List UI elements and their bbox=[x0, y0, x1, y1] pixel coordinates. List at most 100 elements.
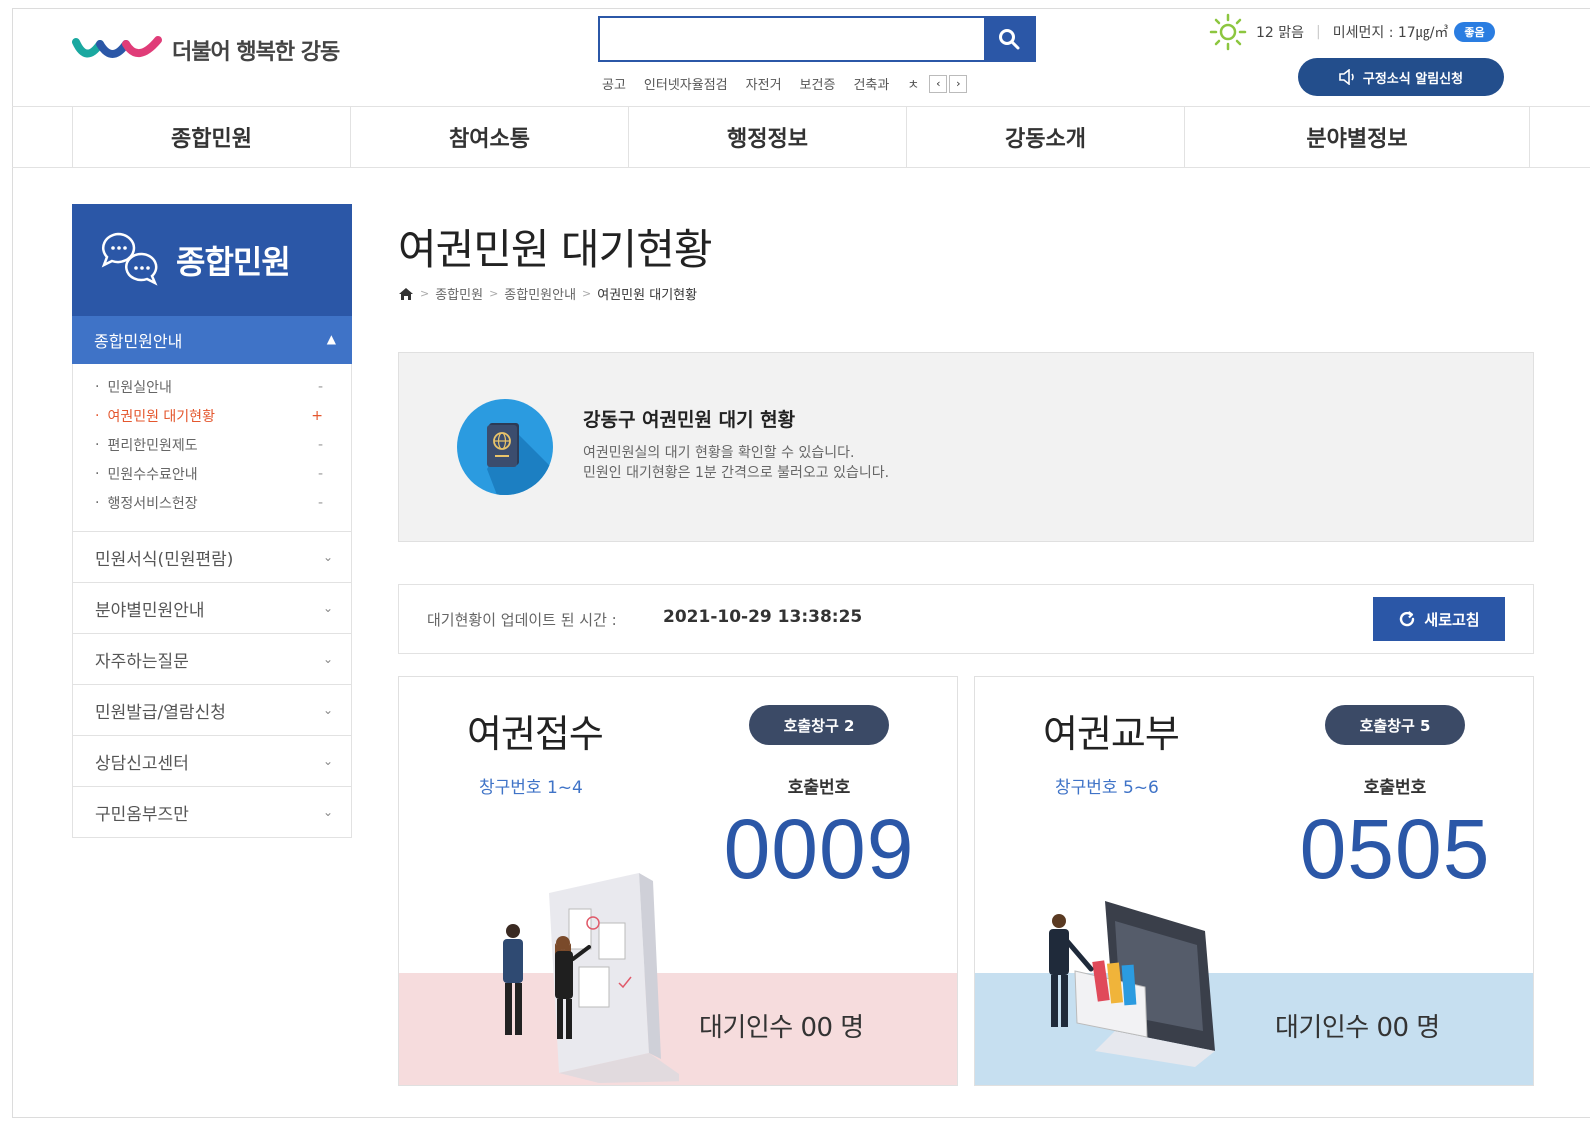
update-bar: 대기현황이 업데이트 된 시간 : 2021-10-29 13:38:25 새로… bbox=[398, 584, 1534, 654]
submenu-label: 민원수수료안내 bbox=[107, 466, 198, 483]
chevron-down-icon: ⌄ bbox=[322, 754, 333, 768]
passport-icon bbox=[457, 399, 553, 495]
sidebar-item-label: 자주하는질문 bbox=[95, 651, 189, 672]
update-time: 2021-10-29 13:38:25 bbox=[663, 607, 863, 627]
keyword-link[interactable]: 공고 bbox=[602, 74, 626, 93]
sidebar-item-ombudsman[interactable]: 구민옴부즈만 ⌄ bbox=[72, 787, 352, 838]
call-number: 0505 bbox=[1299, 802, 1491, 896]
submenu-label: 민원실안내 bbox=[107, 379, 172, 396]
keyword-next-button[interactable]: › bbox=[949, 74, 968, 93]
chevron-down-icon: ⌄ bbox=[322, 703, 333, 717]
info-title: 강동구 여권민원 대기 현황 bbox=[583, 409, 796, 431]
gnb-item-admin-info[interactable]: 행정정보 bbox=[628, 107, 906, 167]
passport-reception-card: 여권접수 창구번호 1~4 호출창구 2 호출번호 0009 대기인수 00 명 bbox=[398, 676, 958, 1086]
call-window-badge: 호출창구 5 bbox=[1325, 705, 1465, 745]
info-box: 강동구 여권민원 대기 현황 여권민원실의 대기 현황을 확인할 수 있습니다.… bbox=[398, 352, 1534, 542]
submenu-item-office-guide[interactable]: · 민원실안내 - bbox=[73, 372, 351, 401]
submenu-label: 여권민원 대기현황 bbox=[107, 408, 215, 425]
call-window-badge: 호출창구 2 bbox=[749, 705, 889, 745]
keyword-link[interactable]: ㅊ bbox=[907, 74, 919, 93]
gnb-item-about[interactable]: 강동소개 bbox=[906, 107, 1184, 167]
people-board-illustration bbox=[503, 873, 679, 1083]
call-number: 0009 bbox=[723, 802, 915, 896]
info-description: 여권민원실의 대기 현황을 확인할 수 있습니다. 민원인 대기현황은 1분 간… bbox=[583, 443, 889, 483]
chevron-down-icon: ⌄ bbox=[322, 652, 333, 666]
search-input[interactable] bbox=[600, 18, 980, 60]
sidebar-header: 종합민원 bbox=[72, 204, 352, 316]
refresh-button[interactable]: 새로고침 bbox=[1373, 597, 1505, 641]
keyword-nav: ‹ › bbox=[929, 74, 968, 93]
collapse-mark: - bbox=[317, 436, 323, 453]
popular-keywords: 공고 인터넷자율점검 자전거 보건증 건축과 ㅊ ‹ › bbox=[602, 74, 968, 93]
chevron-up-icon: ▲ bbox=[326, 332, 336, 346]
main-navigation: 종합민원 참여소통 행정정보 강동소개 분야별정보 bbox=[12, 106, 1590, 168]
card-title: 여권접수 bbox=[467, 712, 604, 756]
submenu-item-service-charter[interactable]: · 행정서비스헌장 - bbox=[73, 488, 351, 517]
breadcrumb-separator-icon: > bbox=[489, 287, 499, 300]
breadcrumb-item[interactable]: 종합민원 bbox=[435, 284, 483, 303]
card-window-range: 창구번호 1~4 bbox=[479, 778, 583, 798]
sidebar-item-label: 종합민원안내 bbox=[94, 332, 183, 351]
keyword-link[interactable]: 자전거 bbox=[746, 74, 782, 93]
info-line: 민원인 대기현황은 1분 간격으로 불러오고 있습니다. bbox=[583, 465, 890, 481]
breadcrumb-current: 여권민원 대기현황 bbox=[597, 288, 698, 303]
passport-issue-card: 여권교부 창구번호 5~6 호출창구 5 호출번호 0505 대기인수 00 명 bbox=[974, 676, 1534, 1086]
sidebar-item-civil-guide[interactable]: 종합민원안내 ▲ bbox=[72, 316, 352, 364]
refresh-icon bbox=[1400, 611, 1415, 627]
sidebar-item-issue-request[interactable]: 민원발급/열람신청 ⌄ bbox=[72, 685, 352, 736]
info-line: 여권민원실의 대기 현황을 확인할 수 있습니다. bbox=[583, 445, 855, 461]
speaker-icon bbox=[1339, 69, 1354, 85]
call-number-label: 호출번호 bbox=[1363, 778, 1427, 798]
bullet-icon: · bbox=[95, 465, 100, 482]
submenu-item-passport-waiting[interactable]: · 여권민원 대기현황 + bbox=[73, 401, 351, 430]
keyword-link[interactable]: 보건증 bbox=[800, 74, 836, 93]
gnb-item-participation[interactable]: 참여소통 bbox=[350, 107, 628, 167]
search-box bbox=[598, 16, 1036, 62]
home-icon[interactable] bbox=[398, 287, 414, 301]
bullet-icon: · bbox=[95, 378, 100, 395]
sidebar-menu-list: 민원서식(민원편람) ⌄ 분야별민원안내 ⌄ 자주하는질문 ⌄ 민원발급/열람신… bbox=[72, 532, 352, 838]
sidebar-item-label: 구민옴부즈만 bbox=[95, 804, 189, 825]
search-button[interactable] bbox=[984, 18, 1034, 60]
site-logo[interactable]: 더불어 행복한 강동 bbox=[72, 32, 340, 68]
sun-icon bbox=[1209, 13, 1247, 51]
waiting-count: 대기인수 00 명 bbox=[699, 1013, 864, 1043]
bullet-icon: · bbox=[95, 436, 100, 453]
expand-mark: + bbox=[311, 407, 323, 424]
keyword-link[interactable]: 건축과 bbox=[853, 74, 889, 93]
search-icon bbox=[999, 29, 1020, 50]
submenu-label: 행정서비스헌장 bbox=[107, 495, 198, 512]
sidebar-item-report-center[interactable]: 상담신고센터 ⌄ bbox=[72, 736, 352, 787]
sidebar-item-label: 분야별민원안내 bbox=[95, 600, 205, 621]
sidebar-item-field-guide[interactable]: 분야별민원안내 ⌄ bbox=[72, 583, 352, 634]
chevron-down-icon: ⌄ bbox=[322, 601, 333, 615]
breadcrumb-item[interactable]: 종합민원안내 bbox=[504, 284, 576, 303]
breadcrumb-separator-icon: > bbox=[420, 287, 430, 300]
gnb-item-civil[interactable]: 종합민원 bbox=[72, 107, 350, 167]
gnb-item-field-info[interactable]: 분야별정보 bbox=[1184, 107, 1530, 167]
keyword-link[interactable]: 인터넷자율점검 bbox=[644, 74, 728, 93]
logo-text: 더불어 행복한 강동 bbox=[172, 40, 340, 65]
bullet-icon: · bbox=[95, 407, 100, 424]
refresh-label: 새로고침 bbox=[1424, 610, 1480, 629]
sidebar-item-label: 상담신고센터 bbox=[95, 753, 189, 774]
sidebar-item-forms[interactable]: 민원서식(민원편람) ⌄ bbox=[72, 532, 352, 583]
collapse-mark: - bbox=[317, 465, 323, 482]
submenu-label: 편리한민원제도 bbox=[107, 437, 198, 454]
call-number-label: 호출번호 bbox=[787, 778, 851, 798]
collapse-mark: - bbox=[317, 378, 323, 395]
logo-mark-icon bbox=[72, 36, 162, 58]
sidebar-item-label: 민원서식(민원편람) bbox=[95, 549, 234, 570]
submenu-item-fee-guide[interactable]: · 민원수수료안내 - bbox=[73, 459, 351, 488]
keyword-prev-button[interactable]: ‹ bbox=[929, 74, 948, 93]
page-title: 여권민원 대기현황 bbox=[398, 225, 712, 274]
sidebar-item-faq[interactable]: 자주하는질문 ⌄ bbox=[72, 634, 352, 685]
chevron-down-icon: ⌄ bbox=[322, 550, 333, 564]
dust-status-badge: 좋음 bbox=[1454, 22, 1495, 42]
card-window-range: 창구번호 5~6 bbox=[1055, 778, 1159, 798]
sidebar-title: 종합민원 bbox=[176, 243, 291, 281]
waiting-count: 대기인수 00 명 bbox=[1275, 1013, 1440, 1043]
submenu-item-convenient-system[interactable]: · 편리한민원제도 - bbox=[73, 430, 351, 459]
sidebar-submenu: · 민원실안내 - · 여권민원 대기현황 + · 편리한민원제도 - · 민원… bbox=[72, 364, 352, 532]
news-alert-button[interactable]: 구정소식 알림신청 bbox=[1298, 58, 1504, 96]
